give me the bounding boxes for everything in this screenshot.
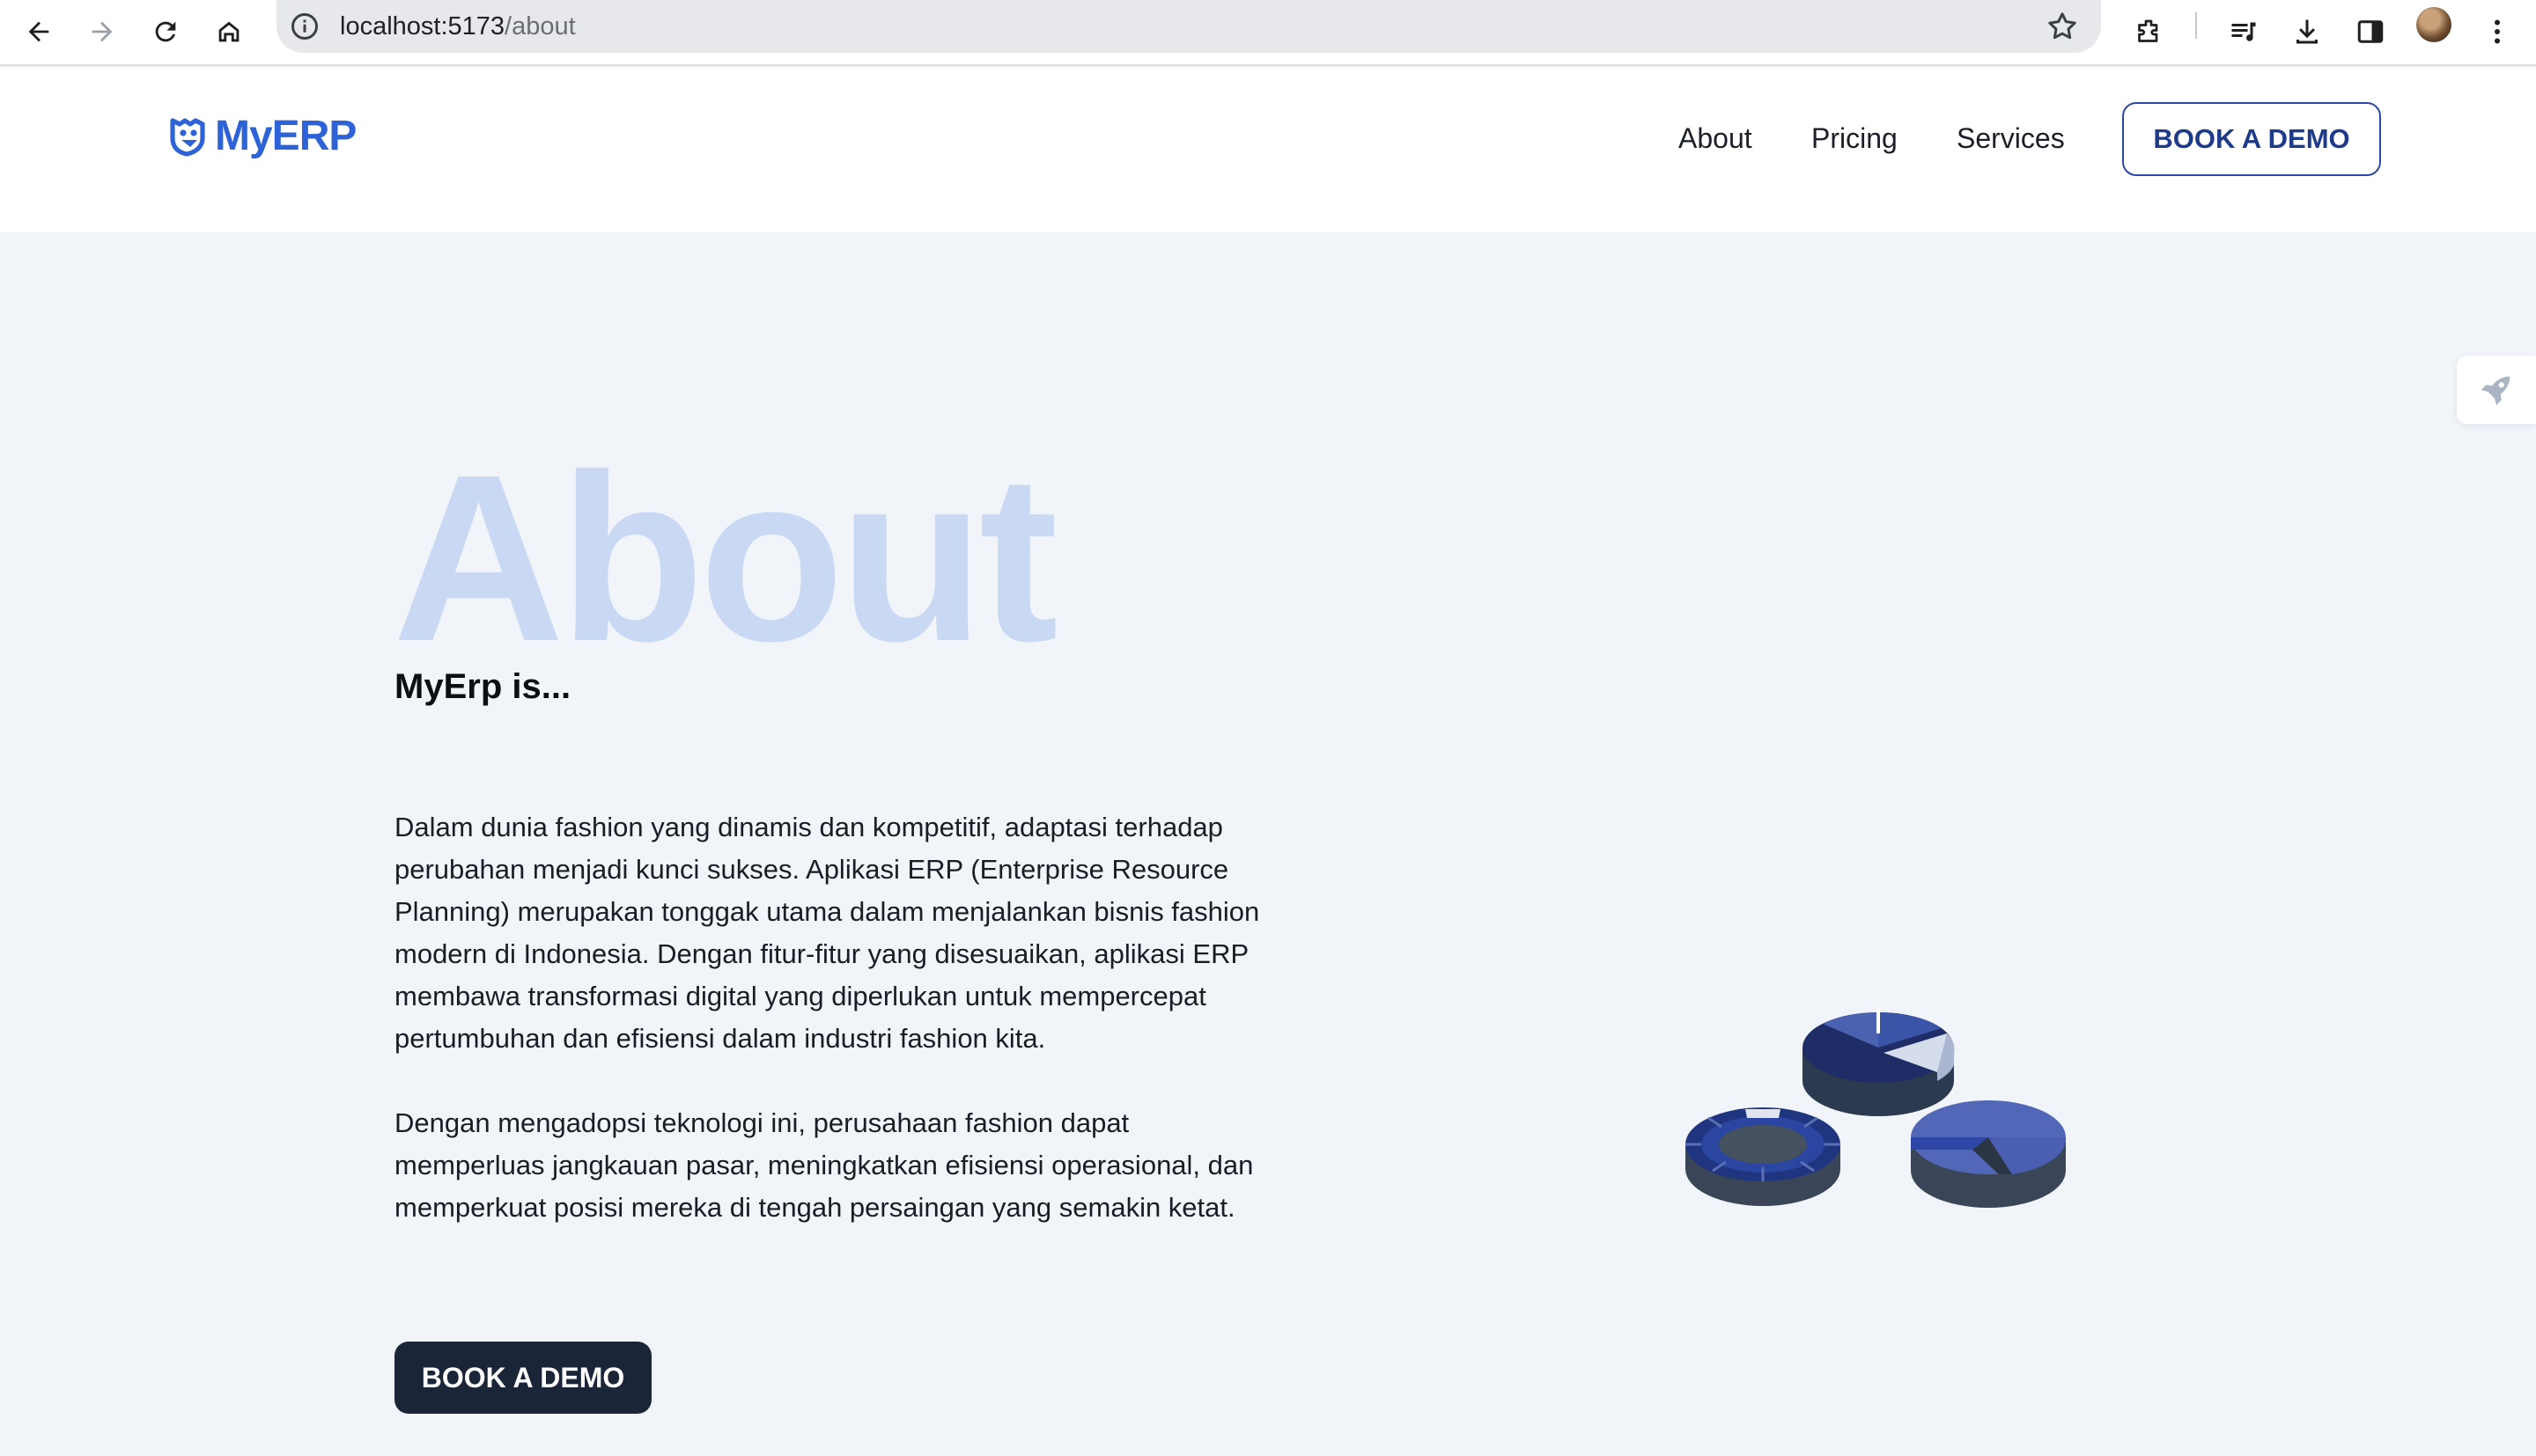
- info-icon[interactable]: [289, 11, 321, 42]
- page-subtitle: MyErp is...: [394, 667, 571, 706]
- pie-charts-illustration: [1685, 1009, 2067, 1208]
- pie-chart-right-icon: [1911, 1100, 2067, 1208]
- back-arrow-icon[interactable]: [14, 7, 63, 56]
- donut-chart-icon: [1685, 1107, 1840, 1206]
- intro-paragraph: Dalam dunia fashion yang dinamis dan kom…: [394, 812, 1260, 1054]
- address-bar[interactable]: localhost:5173/about: [276, 0, 2101, 53]
- header-book-demo-button[interactable]: BOOK A DEMO: [2122, 102, 2381, 176]
- url-text[interactable]: localhost:5173/about: [340, 11, 576, 42]
- download-icon[interactable]: [2282, 7, 2332, 56]
- toolbar-separator: [2195, 12, 2197, 39]
- reading-list-icon[interactable]: [2219, 7, 2268, 56]
- floating-launch-widget[interactable]: [2457, 356, 2536, 424]
- nav-link-pricing[interactable]: Pricing: [1811, 122, 1898, 155]
- site-header: MyERP About Pricing Services BOOK A DEMO: [0, 68, 2536, 232]
- extensions-icon[interactable]: [2124, 7, 2173, 56]
- side-panel-icon[interactable]: [2346, 7, 2395, 56]
- logo-text: MyERP: [215, 113, 357, 159]
- page-title: About: [393, 426, 1058, 691]
- pie-chart-top-icon: [1802, 1009, 1956, 1116]
- star-icon[interactable]: [2045, 9, 2080, 44]
- intro-paragraph-2: Dengan mengadopsi teknologi ini, perusah…: [394, 1107, 1254, 1223]
- hero-book-demo-button[interactable]: BOOK A DEMO: [394, 1342, 652, 1414]
- reload-icon[interactable]: [141, 7, 190, 56]
- rocket-icon: [2481, 376, 2510, 406]
- nav-link-about[interactable]: About: [1678, 122, 1752, 155]
- logo[interactable]: MyERP: [167, 112, 357, 160]
- home-icon[interactable]: [204, 7, 254, 56]
- more-menu-icon[interactable]: [2473, 7, 2522, 56]
- browser-toolbar: localhost:5173/about: [0, 0, 2536, 66]
- logo-icon: [170, 117, 205, 157]
- profile-avatar[interactable]: [2416, 7, 2451, 42]
- forward-arrow-icon[interactable]: [77, 7, 127, 56]
- nav-link-services[interactable]: Services: [1957, 122, 2065, 155]
